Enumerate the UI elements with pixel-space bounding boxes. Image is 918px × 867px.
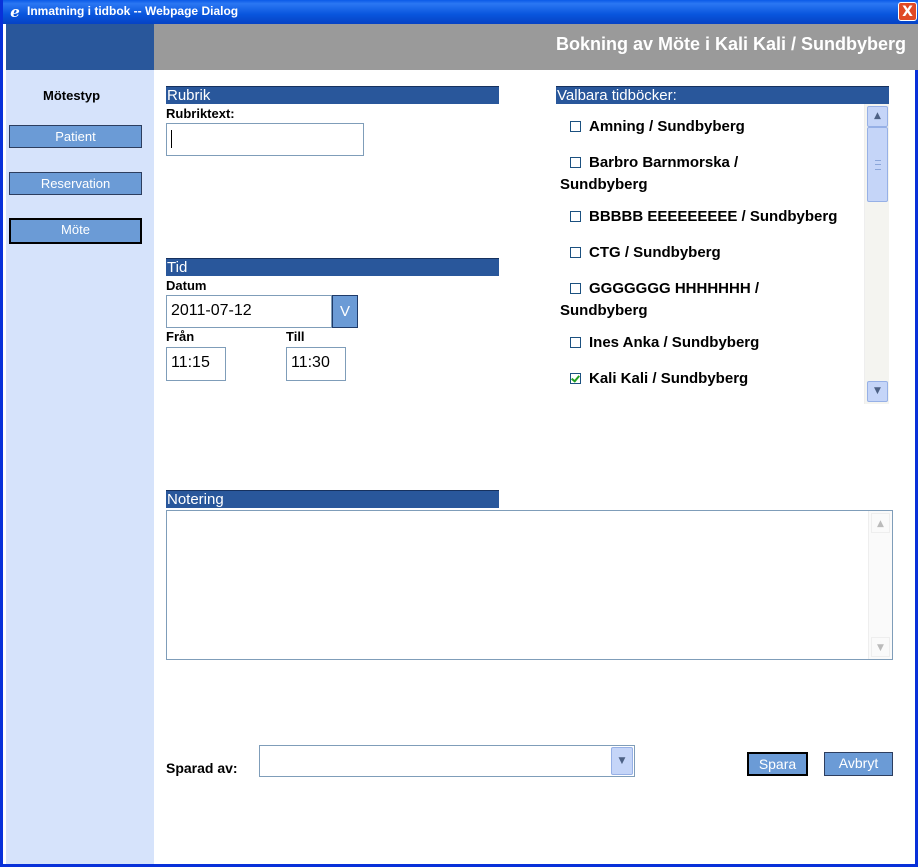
window-title: Inmatning i tidbok -- Webpage Dialog [27,4,239,18]
scroll-up-icon[interactable]: ▲ [867,106,888,127]
tidbok-label: CTG / Sundbyberg [589,244,721,261]
sidebar-header [6,24,154,70]
scroll-thumb[interactable] [867,127,888,202]
till-input[interactable]: 11:30 [286,347,346,381]
fran-input[interactable]: 11:15 [166,347,226,381]
tidbok-checkbox-checked[interactable] [570,373,581,384]
fran-label: Från [166,329,195,344]
type-reservation-button[interactable]: Reservation [9,172,142,195]
tidbok-label: Amning / Sundbyberg [589,118,745,135]
tidbok-checkbox[interactable] [570,157,581,168]
tidbocker-scrollbar[interactable]: ▲ ▼ [864,104,889,404]
tidbok-item[interactable]: Amning / Sundbyberg [560,116,860,138]
scroll-down-icon[interactable]: ▼ [871,637,890,657]
tidbok-checkbox[interactable] [570,247,581,258]
tidbok-label: Kali Kali / Sundbyberg [589,370,749,387]
rubrik-header: Rubrik [166,86,499,104]
tidbok-item[interactable]: Ines Anka / Sundbyberg [560,332,860,354]
grip-icon [875,160,881,170]
tidbok-label: Barbro Barnmorska / [589,154,739,171]
tidbok-checkbox[interactable] [570,211,581,222]
tidbok-label: Ines Anka / Sundbyberg [589,334,760,351]
save-button[interactable]: Spara [747,752,808,776]
page-title: Bokning av Möte i Kali Kali / Sundbyberg [555,34,906,54]
tidbocker-header: Valbara tidböcker: [556,86,889,104]
tidbok-checkbox[interactable] [570,337,581,348]
tidbok-item[interactable]: BBBBB EEEEEEEEE / Sundbyberg [560,206,860,228]
notering-header: Notering [166,490,499,508]
notering-textarea[interactable]: ▲ ▼ [166,510,893,660]
scroll-down-icon[interactable]: ▼ [867,381,888,402]
tidbok-label-cont: Sundbyberg [560,302,648,319]
sparad-av-select[interactable]: ▼ [259,745,635,777]
type-mote-button[interactable]: Möte [9,218,142,244]
tidbok-item[interactable]: GGGGGGG HHHHHHH / Sundbyberg [560,278,860,322]
tidbok-item[interactable]: CTG / Sundbyberg [560,242,860,264]
type-patient-button[interactable]: Patient [9,125,142,148]
cancel-button[interactable]: Avbryt [824,752,893,776]
title-bar[interactable]: e Inmatning i tidbok -- Webpage Dialog X [3,0,918,24]
tid-header: Tid [166,258,499,276]
tidbok-item[interactable]: Barbro Barnmorska / Sundbyberg [560,152,860,196]
rubriktext-input[interactable] [166,123,364,156]
close-button[interactable]: X [898,2,917,21]
scroll-up-icon[interactable]: ▲ [871,513,890,533]
notering-scrollbar[interactable]: ▲ ▼ [868,511,892,659]
tidbok-item[interactable]: Kali Kali / Sundbyberg [560,368,860,390]
tidbok-label: BBBBB EEEEEEEEE / Sundbyberg [589,208,838,225]
page-header: Bokning av Möte i Kali Kali / Sundbyberg [154,24,918,70]
till-label: Till [286,329,305,344]
datum-picker-button[interactable]: V [332,295,358,328]
text-caret [171,130,172,148]
ie-icon: e [10,3,20,21]
tidbok-checkbox[interactable] [570,283,581,294]
datum-label: Datum [166,278,207,293]
sparad-av-label: Sparad av: [166,760,238,776]
tidbok-label-cont: Sundbyberg [560,176,648,193]
rubriktext-label: Rubriktext: [166,106,235,121]
motestyp-title: Mötestyp [43,88,101,103]
tidbok-label: GGGGGGG HHHHHHH / [589,280,760,297]
tidbok-checkbox[interactable] [570,121,581,132]
datum-input[interactable]: 2011-07-12 [166,295,332,328]
sidebar [6,24,154,864]
tidbocker-list[interactable]: Amning / Sundbyberg Barbro Barnmorska / … [556,104,889,404]
chevron-down-icon[interactable]: ▼ [611,747,633,775]
